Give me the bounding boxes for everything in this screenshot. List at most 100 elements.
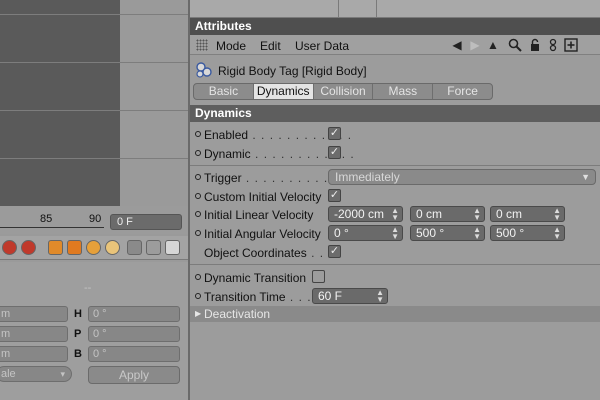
timeline[interactable]: 85 90 0 F [0,206,188,234]
attributes-menubar: Mode Edit User Data ◀ ▶ ▲ [190,35,600,55]
linear-velocity-z-field[interactable]: 0 cm ▲ ▼ [490,206,565,222]
deactivation-group[interactable]: ▶ Deactivation [190,306,600,322]
back-arrow-icon[interactable]: ◀ [450,38,464,52]
tab-dynamics[interactable]: Dynamics [253,84,314,99]
section-header: Dynamics [190,105,600,122]
object-coordinates-label: Object Coordinates . . [204,246,325,260]
spinner-icon[interactable]: ▲ ▼ [391,226,399,241]
dynamic-transition-row: Dynamic Transition [190,268,600,287]
enabled-row: Enabled . . . . . . . . . . . . ✓ [190,125,600,144]
spinner-icon[interactable]: ▲ ▼ [473,207,481,222]
grid-line [0,158,188,159]
transition-time-row: Transition Time . . . . 60 F ▲ ▼ [190,287,600,306]
deactivation-label: Deactivation [204,307,271,321]
initial-angular-velocity-label: Initial Angular Velocity [204,227,321,241]
divider [376,0,377,18]
enabled-checkbox[interactable]: ✓ [328,127,341,140]
animate-bullet-icon[interactable] [195,150,201,156]
timeline-tick: 85 [40,213,53,225]
animate-bullet-icon[interactable] [195,230,201,236]
linear-velocity-x-field[interactable]: -2000 cm ▲ ▼ [328,206,403,222]
dynamic-transition-label: Dynamic Transition [204,271,307,285]
timeline-ruler[interactable] [0,227,104,231]
dynamic-checkbox[interactable]: ✓ [328,146,341,159]
transition-time-field[interactable]: 60 F ▲ ▼ [312,288,388,304]
animate-bullet-icon[interactable] [195,131,201,137]
spinner-icon[interactable]: ▲ ▼ [376,289,384,304]
dynamic-row: Dynamic . . . . . . . . . . . . ✓ [190,144,600,163]
divider [190,165,600,166]
top-strip [190,0,600,18]
current-frame-field[interactable]: 0 F [110,214,182,230]
grip-icon[interactable] [196,39,208,51]
spinner-icon[interactable]: ▲ ▼ [553,207,561,222]
scale-mode-dropdown[interactable]: ale ▾ [0,366,72,382]
angular-velocity-p-field[interactable]: 500 ° ▲ ▼ [410,225,485,241]
pos-x-field[interactable]: m [0,306,68,322]
pos-y-field[interactable]: m [0,326,68,342]
pin-icon[interactable] [546,38,560,52]
lock-icon[interactable] [528,38,542,52]
initial-linear-velocity-label: Initial Linear Velocity [204,208,314,222]
initial-angular-velocity-row: Initial Angular Velocity 0 ° ▲ ▼ 500 ° ▲ ▼ 5… [190,224,600,243]
rot-b-field[interactable]: 0 ° [88,346,180,362]
custom-initial-velocity-checkbox[interactable]: ✓ [328,189,341,202]
forward-arrow-icon[interactable]: ▶ [468,38,482,52]
dynamic-transition-checkbox[interactable] [312,270,325,283]
trigger-dropdown[interactable]: Immediately ▼ [328,169,596,185]
menu-user-data[interactable]: User Data [295,39,349,53]
transport-toolbar [0,236,188,260]
move-key-icon[interactable] [48,240,63,255]
grid-line [0,14,188,15]
object-coordinates-row: Object Coordinates . . ✓ [190,243,600,262]
panel-title: Attributes [190,18,600,35]
tab-bar: Basic Dynamics Collision Mass Force [193,83,493,100]
tab-mass[interactable]: Mass [373,84,434,99]
trigger-row: Trigger . . . . . . . . . . . . . Immedi… [190,168,600,187]
grid-points-icon[interactable] [127,240,142,255]
rot-h-field[interactable]: 0 ° [88,306,180,322]
viewport-background [120,0,188,206]
tab-force[interactable]: Force [433,84,492,99]
rot-p-field[interactable]: 0 ° [88,326,180,342]
angular-velocity-b-field[interactable]: 500 ° ▲ ▼ [490,225,565,241]
left-panel: 85 90 0 F -- m m m H P B 0 ° 0 ° 0 ° ale… [0,0,188,400]
object-name: Rigid Body Tag [Rigid Body] [218,64,367,78]
spinner-icon[interactable]: ▲ ▼ [391,207,399,222]
sound-icon[interactable] [146,240,161,255]
linear-velocity-y-field[interactable]: 0 cm ▲ ▼ [410,206,485,222]
animate-bullet-icon[interactable] [195,193,201,199]
autokey-icon[interactable] [21,240,36,255]
angular-velocity-h-field[interactable]: 0 ° ▲ ▼ [328,225,403,241]
chevron-down-icon: ▾ [60,369,65,379]
3d-viewport[interactable] [0,0,188,206]
transition-time-label: Transition Time . . . . [204,290,321,304]
animate-bullet-icon[interactable] [195,174,201,180]
document-icon[interactable] [165,240,180,255]
object-header: Rigid Body Tag [Rigid Body] [190,59,600,81]
new-panel-icon[interactable] [564,38,578,52]
expand-triangle-icon[interactable]: ▶ [195,306,201,322]
animate-bullet-icon[interactable] [195,293,201,299]
divider [190,264,600,265]
search-icon[interactable] [508,38,522,52]
param-key-icon[interactable] [105,240,120,255]
menu-mode[interactable]: Mode [216,39,246,53]
animate-bullet-icon[interactable] [195,211,201,217]
viewport-object [0,0,120,206]
animate-bullet-icon[interactable] [195,274,201,280]
rotate-key-icon[interactable] [86,240,101,255]
tab-collision[interactable]: Collision [314,84,374,99]
spinner-icon[interactable]: ▲ ▼ [473,226,481,241]
rot-b-label: B [74,348,82,360]
spinner-icon[interactable]: ▲ ▼ [553,226,561,241]
pos-z-field[interactable]: m [0,346,68,362]
custom-initial-velocity-row: Custom Initial Velocity ✓ [190,187,600,206]
up-arrow-icon[interactable]: ▲ [486,38,500,52]
tab-basic[interactable]: Basic [194,84,254,99]
object-coordinates-checkbox[interactable]: ✓ [328,245,341,258]
apply-button[interactable]: Apply [88,366,180,384]
record-icon[interactable] [2,240,17,255]
menu-edit[interactable]: Edit [260,39,281,53]
scale-key-icon[interactable] [67,240,82,255]
